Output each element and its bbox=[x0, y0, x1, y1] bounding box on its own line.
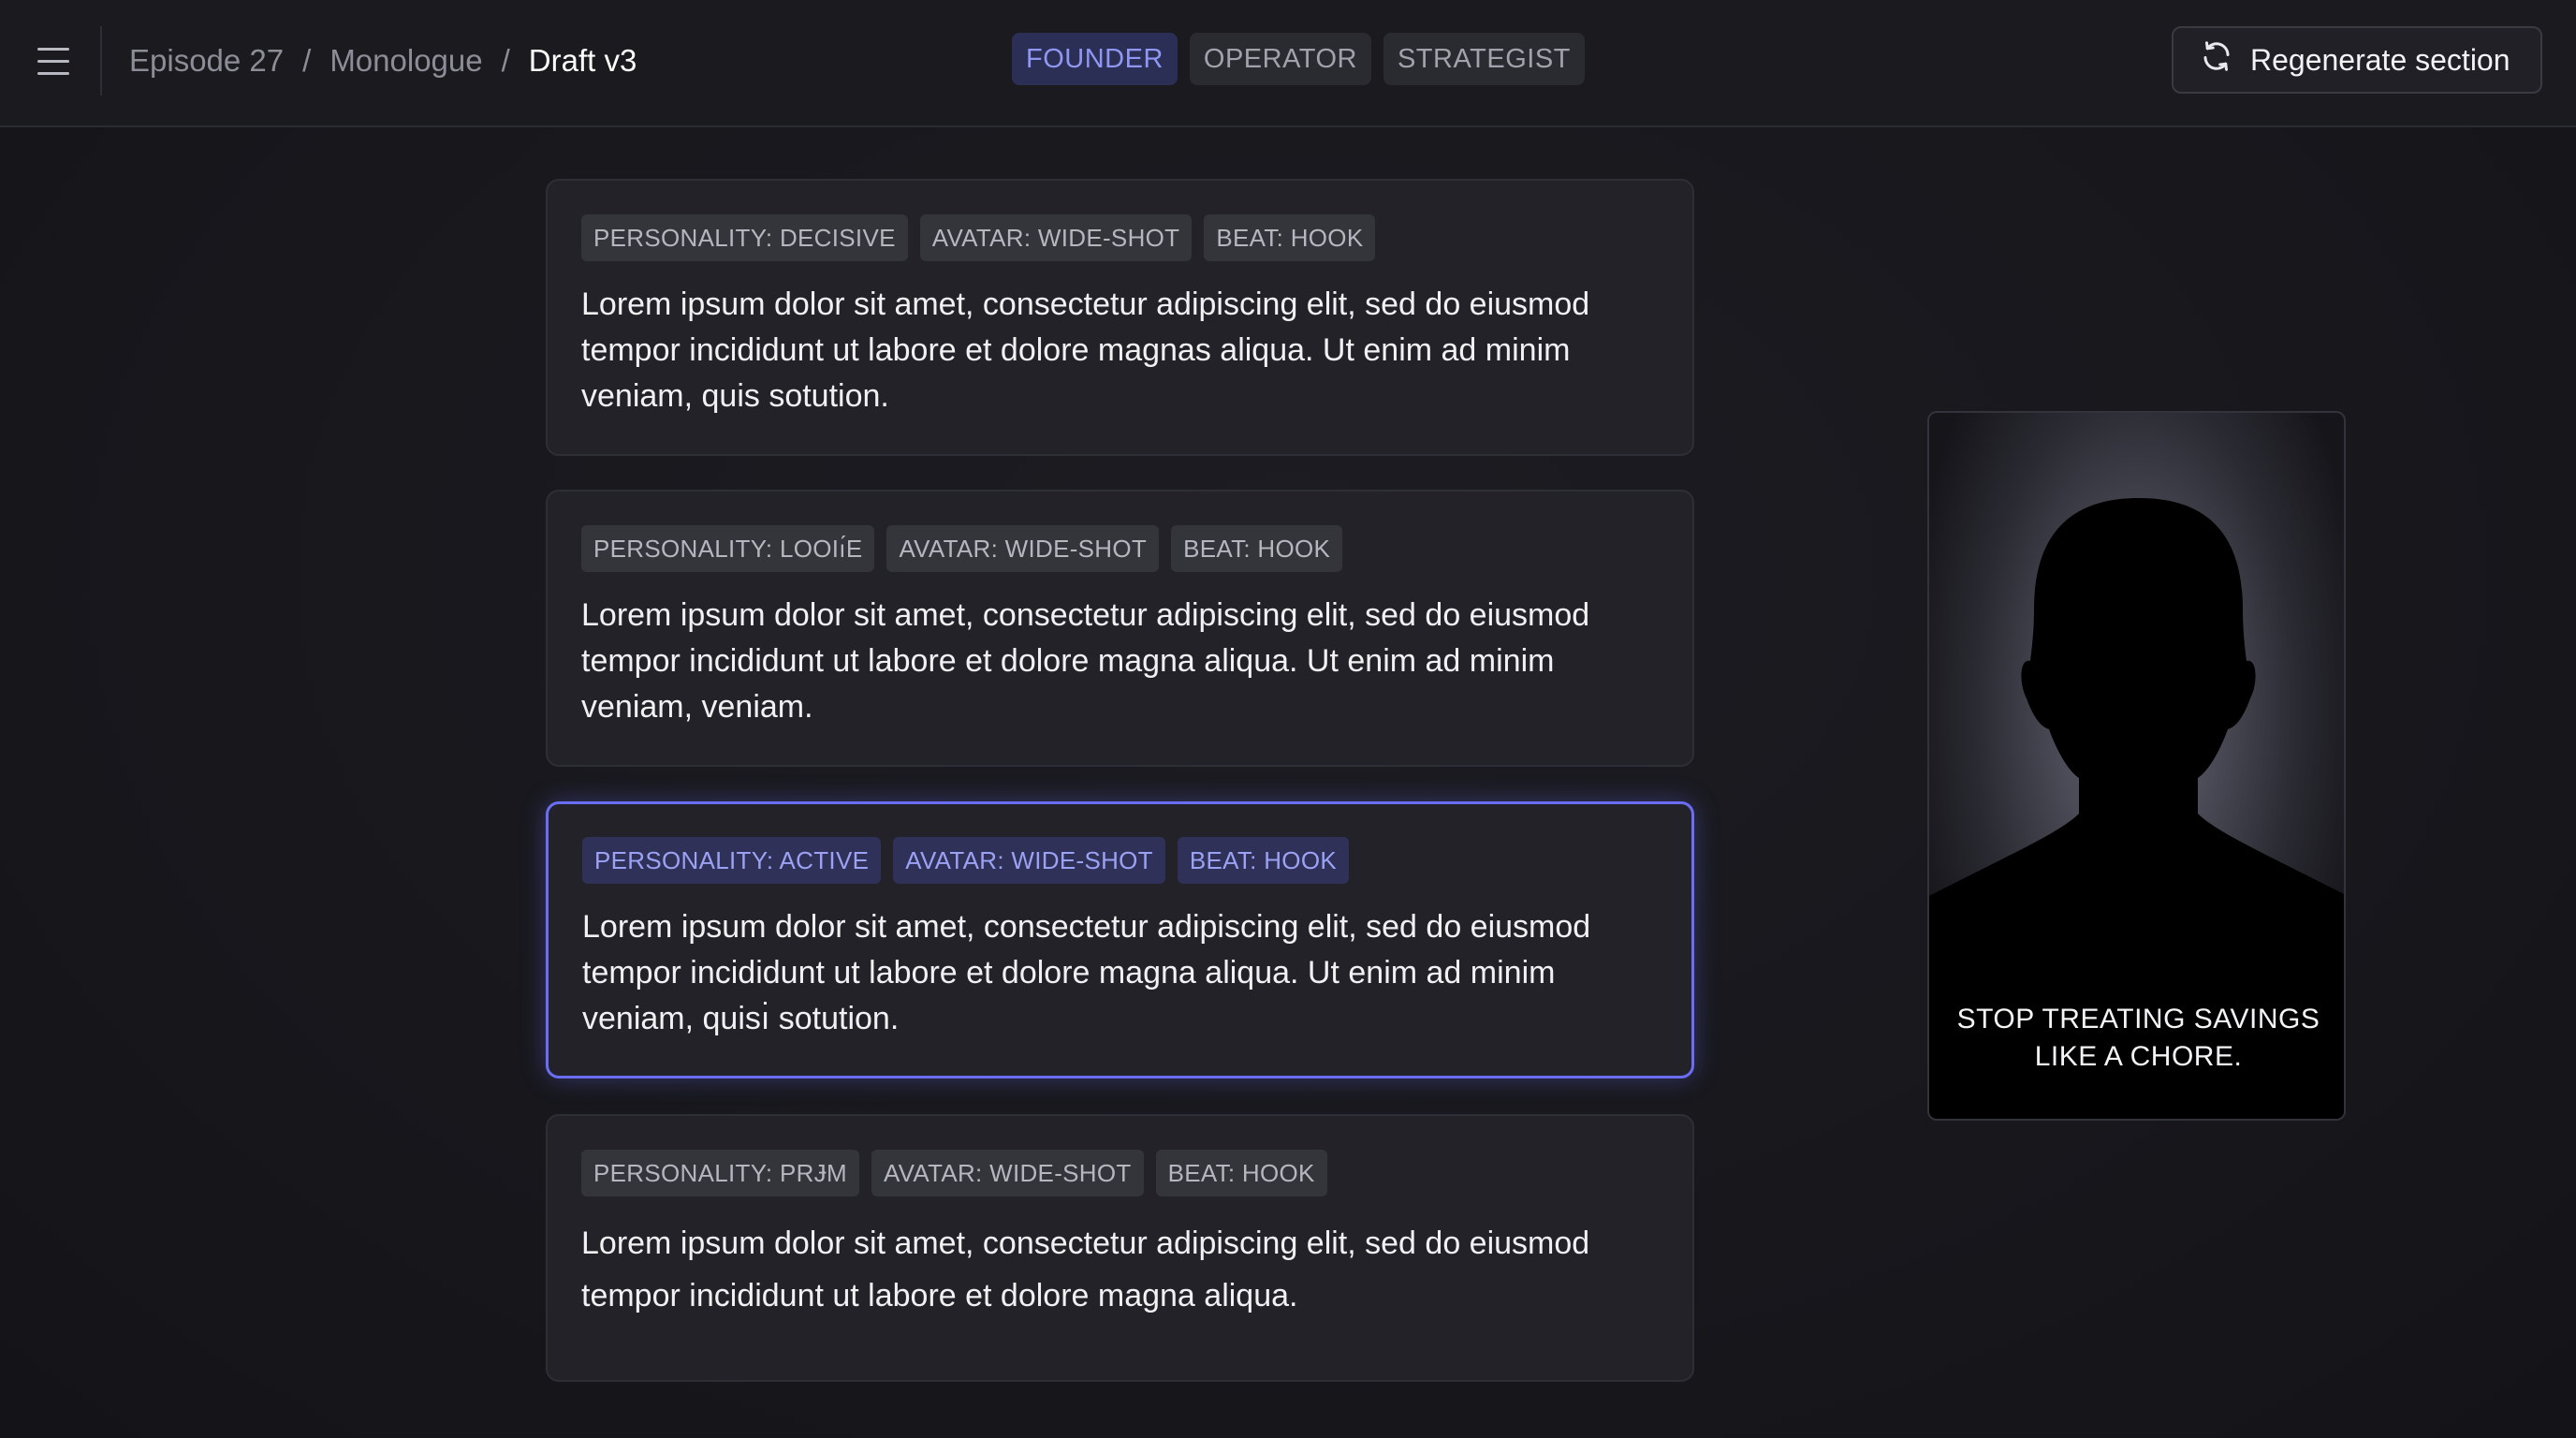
card-script-text[interactable]: Lorem ipsum dolor sit amet, consectetur … bbox=[581, 282, 1658, 419]
regenerate-label: Regenerate section bbox=[2250, 42, 2510, 77]
script-card[interactable]: PERSONALITY: DECISIVE AVATAR: WIDE-SHOT … bbox=[546, 179, 1694, 456]
tag-beat[interactable]: BEAT: HOOK bbox=[1155, 1150, 1327, 1196]
tag-row: PERSONALITY: PRɈM AVATAR: WIDE-SHOT BEAT… bbox=[581, 1150, 1659, 1196]
tag-avatar[interactable]: AVATAR: WIDE-SHOT bbox=[886, 525, 1160, 572]
caption-line: LIKE A CHORE. bbox=[2034, 1041, 2243, 1072]
tag-personality[interactable]: PERSONALITY: PRɈM bbox=[581, 1150, 859, 1196]
tag-row: PERSONALITY: ACTIVE AVATAR: WIDE-SHOT BE… bbox=[582, 837, 1658, 884]
tag-beat[interactable]: BEAT: HOOK bbox=[1177, 837, 1349, 884]
script-card[interactable]: PERSONALITY: LOOIı́E AVATAR: WIDE-SHOT B… bbox=[546, 490, 1694, 767]
preview-caption: STOP TREATING SAVINGS LIKE A CHORE. bbox=[1929, 1001, 2344, 1076]
tag-avatar[interactable]: AVATAR: WIDE-SHOT bbox=[919, 214, 1193, 261]
refresh-icon bbox=[2200, 39, 2233, 81]
avatar-preview[interactable]: STOP TREATING SAVINGS LIKE A CHORE. bbox=[1927, 411, 2346, 1121]
tag-personality[interactable]: PERSONALITY: DECISIVE bbox=[581, 214, 908, 261]
tag-personality[interactable]: PERSONALITY: LOOIı́E bbox=[581, 525, 875, 572]
breadcrumb-section[interactable]: Monologue bbox=[329, 43, 482, 79]
caption-line: STOP TREATING SAVINGS bbox=[1956, 1004, 2320, 1034]
tag-personality[interactable]: PERSONALITY: ACTIVE bbox=[582, 837, 882, 884]
regenerate-section-button[interactable]: Regenerate section bbox=[2172, 26, 2542, 94]
tag-beat[interactable]: BEAT: HOOK bbox=[1171, 525, 1343, 572]
breadcrumb-current: Draft v3 bbox=[528, 43, 637, 78]
tag-row: PERSONALITY: LOOIı́E AVATAR: WIDE-SHOT B… bbox=[581, 525, 1659, 572]
persona-tabs: FOUNDER OPERATOR STRATEGIST bbox=[1012, 33, 1585, 85]
topbar-divider bbox=[100, 26, 102, 95]
tab-founder[interactable]: FOUNDER bbox=[1012, 33, 1178, 85]
breadcrumb: Episode 27 / Monologue / Draft v3 bbox=[129, 37, 637, 84]
script-card[interactable]: PERSONALITY: PRɈM AVATAR: WIDE-SHOT BEAT… bbox=[546, 1114, 1694, 1382]
tag-avatar[interactable]: AVATAR: WIDE-SHOT bbox=[871, 1150, 1144, 1196]
breadcrumb-separator: / bbox=[501, 43, 510, 78]
hamburger-menu-icon[interactable] bbox=[30, 37, 77, 84]
tag-beat[interactable]: BEAT: HOOK bbox=[1204, 214, 1376, 261]
tag-avatar[interactable]: AVATAR: WIDE-SHOT bbox=[893, 837, 1165, 884]
tab-operator[interactable]: OPERATOR bbox=[1189, 33, 1371, 85]
script-card-selected[interactable]: PERSONALITY: ACTIVE AVATAR: WIDE-SHOT BE… bbox=[546, 801, 1694, 1078]
tag-row: PERSONALITY: DECISIVE AVATAR: WIDE-SHOT … bbox=[581, 214, 1659, 261]
top-bar: Episode 27 / Monologue / Draft v3 FOUNDE… bbox=[0, 0, 2576, 127]
tab-strategist[interactable]: STRATEGIST bbox=[1383, 33, 1585, 85]
card-script-text[interactable]: Lorem ipsum dolor sit amet, consectetur … bbox=[581, 1217, 1658, 1322]
card-script-text[interactable]: Lorem ipsum dolor sit amet, consectetur … bbox=[581, 593, 1658, 730]
breadcrumb-separator: / bbox=[302, 43, 312, 78]
card-script-text[interactable]: Lorem ipsum dolor sit amet, consectetur … bbox=[582, 904, 1659, 1042]
breadcrumb-episode[interactable]: Episode 27 bbox=[129, 43, 284, 79]
